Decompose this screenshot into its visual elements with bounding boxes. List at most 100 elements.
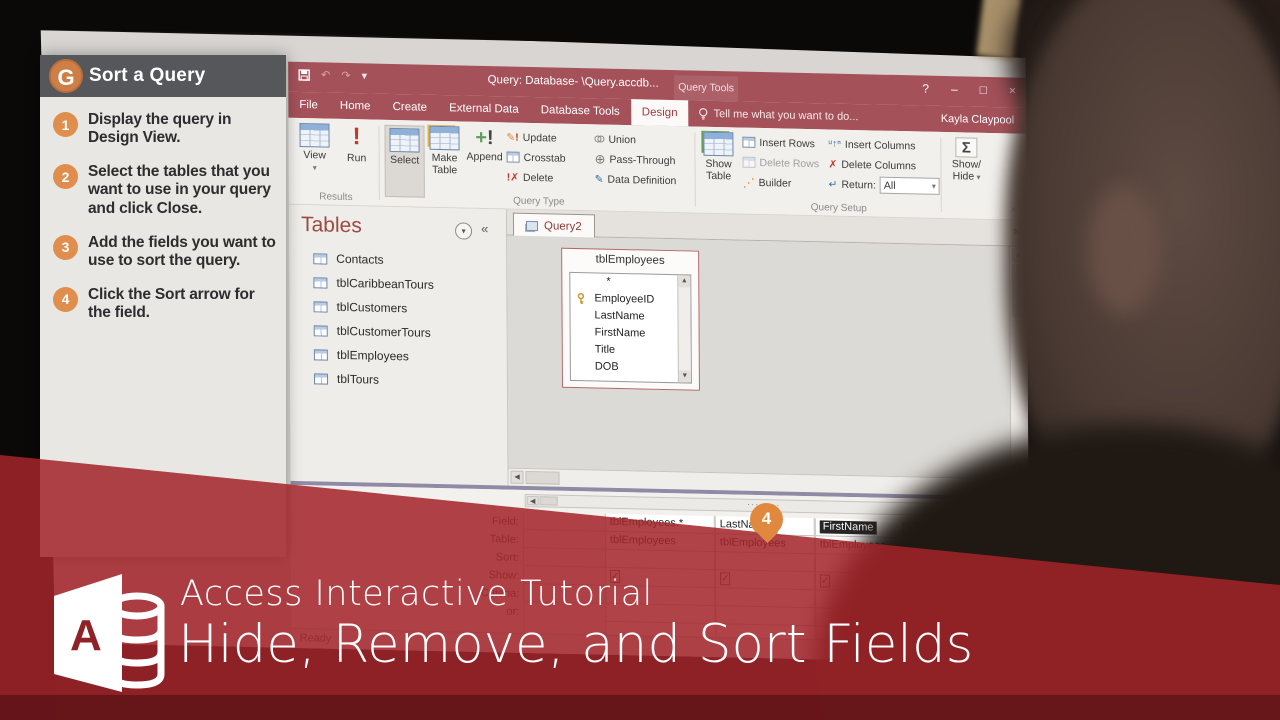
delete-query-button[interactable]: !✗ Delete (507, 167, 554, 187)
tab-file[interactable]: File (288, 92, 329, 119)
nav-item-tblcustomertours[interactable]: tblCustomerTours (313, 323, 431, 340)
badge-number: 4 (750, 503, 783, 536)
delete-rows-icon (742, 156, 756, 168)
view-icon (299, 122, 330, 148)
update-icon: ✎! (506, 130, 519, 144)
step-number-badge: 3 (53, 234, 78, 260)
table-icon (313, 252, 328, 265)
customguide-logo-icon: G (49, 59, 83, 93)
tab-external-data[interactable]: External Data (438, 95, 530, 123)
scroll-thumb[interactable] (525, 470, 560, 485)
nav-item-tblcaribbeantours[interactable]: tblCaribbeanTours (313, 275, 434, 292)
maximize-button[interactable]: □ (980, 83, 987, 97)
select-query-button[interactable]: Select (384, 124, 425, 198)
scroll-thumb[interactable] (539, 496, 558, 506)
step-number-badge: 4 (53, 286, 78, 312)
nav-menu-icon[interactable]: ▾ (455, 222, 473, 240)
qat-customize-icon[interactable]: ▾ (362, 69, 368, 82)
field-list-tblemployees[interactable]: tblEmployees * EmployeeID LastName First… (561, 247, 700, 391)
run-button[interactable]: ! Run (336, 123, 376, 166)
tab-create[interactable]: Create (381, 94, 438, 121)
help-button[interactable]: ? (922, 82, 929, 96)
field-list-title: tblEmployees (595, 253, 665, 267)
insert-columns-icon: ᵘ↑ⁿ (828, 138, 841, 150)
tab-database-tools[interactable]: Database Tools (530, 97, 631, 125)
step-4-callout-badge: 4 (750, 503, 784, 551)
access-logo-icon: A (54, 574, 165, 692)
tutorial-step-1: 1 Display the query in Design View. (53, 111, 276, 147)
save-icon[interactable] (298, 68, 310, 81)
table-icon (313, 348, 328, 361)
tab-home[interactable]: Home (329, 93, 382, 120)
view-button[interactable]: View ▾ (294, 122, 334, 174)
make-table-icon (429, 125, 460, 151)
run-icon: ! (352, 123, 361, 151)
view-dropdown-icon[interactable]: ▾ (313, 163, 317, 172)
nav-item-contacts[interactable]: Contacts (313, 251, 384, 267)
banner-title: Hide, Remove, and Sort Fields (178, 614, 974, 675)
field-item-dob[interactable]: DOB (571, 358, 691, 378)
undo-icon[interactable]: ↶ (321, 68, 330, 81)
table-icon (313, 300, 328, 313)
tab-design[interactable]: Design (630, 99, 689, 127)
scroll-left-icon[interactable]: ◀ (510, 470, 524, 484)
scroll-up-icon[interactable]: ▲ (678, 275, 691, 288)
tutorial-panel-header: G Sort a Query (40, 55, 286, 97)
divider (940, 137, 942, 212)
show-hide-button[interactable]: Σ Show/ Hide ▾ (946, 137, 986, 183)
user-name[interactable]: Kayla Claypool (929, 106, 1027, 134)
nav-pane-title: Tables (301, 212, 362, 238)
pass-through-button[interactable]: ⊕ Pass-Through (595, 149, 676, 170)
nav-item-tblemployees[interactable]: tblEmployees (313, 347, 409, 363)
insert-rows-icon (742, 136, 756, 148)
show-table-icon (703, 131, 734, 157)
builder-button[interactable]: ⋰ Builder (743, 173, 792, 193)
totals-sigma-icon: Σ (955, 137, 978, 158)
union-query-button[interactable]: Union (594, 129, 636, 149)
update-query-button[interactable]: ✎! Update (506, 127, 556, 147)
tutorial-step-4: 4 Click the Sort arrow for the field. (53, 286, 276, 322)
show-table-button[interactable]: Show Table (698, 131, 738, 183)
builder-icon: ⋰ (742, 175, 755, 190)
table-icon (313, 372, 329, 385)
svg-text:A: A (70, 611, 102, 660)
tell-me-label: Tell me what you want to do... (713, 107, 859, 124)
primary-key-icon (577, 293, 585, 305)
nav-item-tblcustomers[interactable]: tblCustomers (313, 299, 407, 315)
scroll-down-icon[interactable]: ▼ (678, 370, 691, 383)
insert-rows-button[interactable]: Insert Rows (742, 133, 815, 154)
return-setting: ↵ Return: All ▾ (829, 174, 940, 195)
nav-item-tbltours[interactable]: tblTours (313, 371, 379, 387)
combo-dropdown-icon[interactable]: ▾ (932, 182, 936, 191)
person-ear (1088, 185, 1160, 315)
step-number-badge: 2 (53, 164, 78, 190)
tutorial-steps: 1 Display the query in Design View. 2 Se… (40, 111, 286, 322)
data-definition-icon: ✎ (594, 172, 604, 186)
lightbulb-icon (699, 107, 708, 120)
crosstab-query-button[interactable]: Crosstab (506, 147, 566, 167)
data-definition-button[interactable]: ✎ Data Definition (595, 169, 677, 190)
tab-query2[interactable]: Query2 (512, 212, 595, 239)
field-list-scrollbar[interactable]: ▲ ▼ (677, 275, 691, 383)
select-icon (389, 127, 420, 153)
insert-columns-button[interactable]: ᵘ↑ⁿ Insert Columns (828, 134, 915, 155)
return-combobox[interactable]: All ▾ (879, 176, 940, 195)
append-icon: +! (475, 126, 494, 150)
make-table-button[interactable]: Make Table (424, 125, 464, 177)
quick-access-toolbar: ↶ ↷ ▾ (298, 68, 368, 82)
tutorial-step-2: 2 Select the tables that you want to use… (53, 163, 276, 217)
query-icon (525, 220, 539, 231)
pass-through-icon: ⊕ (594, 150, 606, 167)
minimize-button[interactable]: – (951, 82, 958, 96)
delete-columns-button[interactable]: ✗ Delete Columns (828, 154, 916, 175)
tell-me-box[interactable]: Tell me what you want to do... (688, 100, 868, 130)
group-label-results: Results (319, 191, 353, 204)
title-banner: A Access Interactive Tutorial Hide, Remo… (0, 540, 1280, 720)
step-number-badge: 1 (53, 112, 78, 137)
append-button[interactable]: +! Append (464, 127, 504, 164)
delete-icon: !✗ (506, 170, 520, 184)
redo-icon[interactable]: ↷ (341, 69, 350, 82)
delete-rows-button: Delete Rows (742, 153, 819, 174)
scroll-left-icon[interactable]: ◀ (526, 495, 539, 506)
shutter-close-icon[interactable]: « (481, 221, 488, 236)
